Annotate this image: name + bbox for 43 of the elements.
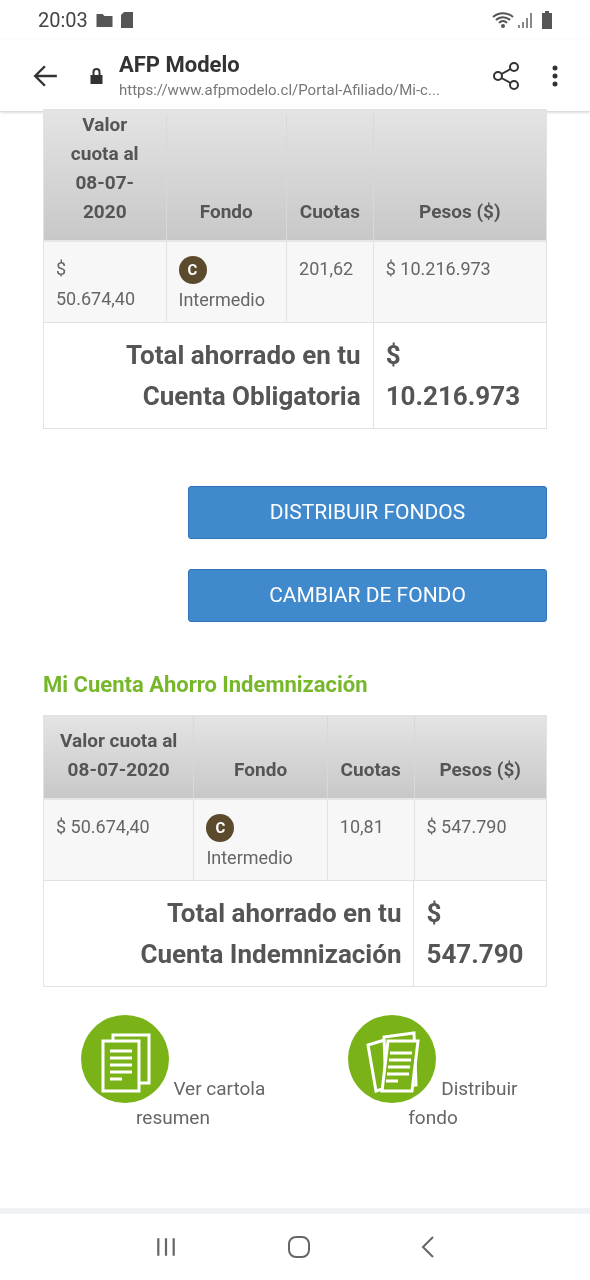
- action-button[interactable]: CAMBIAR DE FONDO: [188, 569, 547, 622]
- page-title: AFP Modelo: [119, 50, 241, 79]
- sd-card-icon: [120, 12, 133, 28]
- home-icon[interactable]: [287, 1235, 311, 1259]
- quick-link[interactable]: Distribuir fondo: [333, 1015, 533, 1132]
- column-header: Fondo: [234, 757, 288, 783]
- wifi-icon: [492, 11, 514, 29]
- table-cell: 201,62: [299, 258, 354, 279]
- total-label: Total ahorrado en tu Cuenta Obligatoria: [125, 338, 361, 413]
- status-time: 20:03: [38, 7, 88, 34]
- total-label: Total ahorrado en tu Cuenta Indemnización: [139, 896, 402, 971]
- table-cell: $ 547.790: [426, 816, 507, 837]
- table-cell-text: Intermedio: [206, 846, 293, 870]
- table-cell: $ 50.674,40: [56, 816, 150, 837]
- fund-badge: C: [206, 814, 235, 842]
- column-header: Pesos ($): [439, 757, 522, 783]
- total-value: $ 10.216.973: [385, 338, 522, 413]
- share-icon: [493, 61, 519, 90]
- column-header: Cuotas: [340, 757, 401, 783]
- column-header: Fondo: [199, 199, 253, 225]
- lock-icon: [90, 67, 103, 84]
- table-cell-text: Intermedio: [178, 288, 265, 312]
- column-header: Valor cuota al 08-07-2020: [59, 728, 179, 783]
- battery-icon: [542, 11, 552, 29]
- fund-badge: C: [178, 256, 207, 284]
- recent-apps-icon[interactable]: [155, 1236, 177, 1258]
- column-header: Cuotas: [299, 199, 360, 225]
- document-icon: [348, 1015, 437, 1103]
- total-value: $ 547.790: [426, 896, 525, 971]
- quick-link[interactable]: Ver cartola resumen: [73, 1015, 273, 1132]
- folder-icon: [95, 13, 113, 27]
- signal-icon: [518, 12, 532, 28]
- column-header: Valor cuota al 08-07-2020: [69, 112, 140, 225]
- action-button[interactable]: DISTRIBUIR FONDOS: [188, 486, 547, 539]
- page-url: https://www.afpmodelo.cl/Portal-Afiliado/Mi-c...: [119, 79, 441, 101]
- table-cell: 10,81: [339, 816, 384, 837]
- more-icon: [552, 64, 558, 87]
- back-icon[interactable]: [421, 1235, 435, 1259]
- table-cell-text: $ 50.674,40: [56, 257, 137, 311]
- column-header: Pesos ($): [419, 199, 501, 225]
- table-cell: $ 10.216.973: [385, 258, 491, 279]
- section-title: Mi Cuenta Ahorro Indemnización: [43, 671, 369, 699]
- document-icon: [80, 1015, 169, 1103]
